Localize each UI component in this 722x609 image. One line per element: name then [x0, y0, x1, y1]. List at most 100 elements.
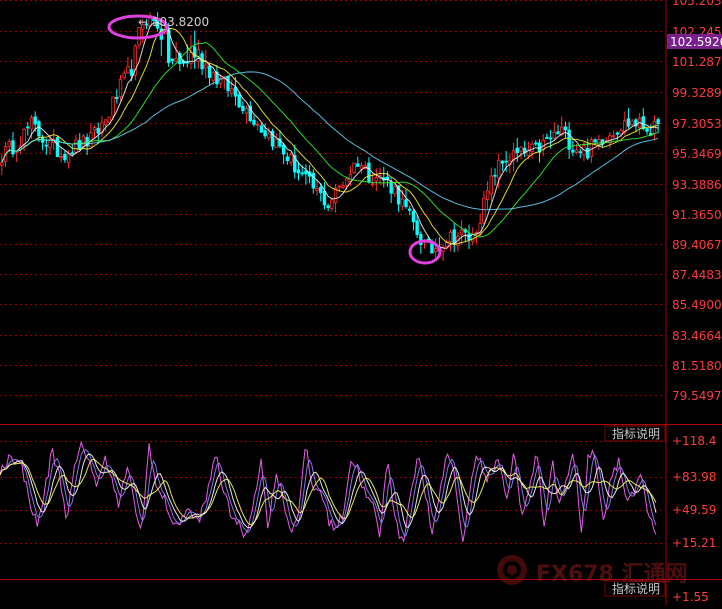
- candle-body: [211, 72, 215, 81]
- candle-body: [281, 144, 286, 155]
- price-y-tick-label: 85.4900: [672, 298, 722, 312]
- candle-body: [78, 140, 82, 150]
- candle-body: [593, 139, 597, 143]
- candle-body: [255, 123, 260, 126]
- candle-body: [304, 170, 308, 175]
- candle-body: [233, 86, 238, 97]
- watermark-text: FX678 汇通网: [536, 562, 688, 587]
- candle-body: [274, 138, 278, 148]
- chart-root: 105.2030102.2456101.287299.328997.305395…: [0, 0, 722, 605]
- candle-body: [356, 163, 360, 167]
- candle-body: [241, 105, 245, 112]
- candle-body: [482, 197, 486, 224]
- candle-body: [11, 140, 15, 155]
- candle-body: [0, 161, 4, 166]
- candle-body: [374, 177, 379, 182]
- price-grid: [0, 0, 666, 396]
- candle-body: [111, 96, 115, 117]
- candle-body: [174, 58, 178, 62]
- candle-body: [571, 149, 575, 153]
- candle-body: [645, 128, 649, 132]
- candle-body: [370, 183, 375, 186]
- candle-body: [548, 137, 553, 140]
- candle-body: [497, 159, 501, 179]
- candle-body: [641, 116, 646, 130]
- candle-body: [352, 162, 356, 174]
- candle-body: [326, 205, 330, 209]
- candle-body: [26, 126, 30, 129]
- current-price-label: 102.5926: [670, 35, 722, 49]
- candle-body: [170, 58, 175, 61]
- candle-body: [207, 65, 212, 78]
- candle-body: [330, 199, 334, 210]
- candle-body: [311, 172, 316, 189]
- candle-body: [574, 149, 579, 153]
- candle-body: [619, 129, 623, 135]
- candle-body: [597, 139, 601, 146]
- candle-body: [400, 198, 405, 207]
- candle-body: [404, 199, 408, 208]
- candle-body: [615, 132, 620, 135]
- price-y-tick-label: 95.3469: [672, 147, 722, 161]
- candle-body: [285, 156, 290, 162]
- candle-body: [289, 154, 293, 163]
- price-y-tick-label: 105.2030: [672, 0, 722, 8]
- candle-body: [263, 130, 267, 137]
- candle-body: [319, 186, 323, 193]
- candle-body: [630, 120, 634, 126]
- candle-body: [296, 169, 301, 174]
- candle-body: [129, 69, 134, 76]
- indicator-y-tick-label: +49.59: [672, 503, 716, 517]
- indicator-lines: [0, 440, 657, 543]
- peak-value-label: ← 103.8200: [138, 15, 209, 29]
- price-y-tick-label: 101.2872: [672, 55, 722, 69]
- candle-body: [626, 118, 631, 127]
- price-y-tick-label: 97.3053: [672, 117, 722, 131]
- candle-body: [552, 131, 557, 139]
- candle-body: [22, 128, 26, 146]
- candle-body: [118, 78, 123, 98]
- fx678-logo: FX678 汇通网: [497, 555, 688, 587]
- candle-body: [545, 136, 549, 139]
- moving-average-line: [1, 27, 659, 245]
- moving-average-line: [1, 41, 659, 238]
- candle-body: [244, 107, 249, 114]
- candle-body: [367, 162, 371, 183]
- candle-body: [578, 151, 582, 154]
- candle-body: [300, 172, 304, 175]
- candle-body: [33, 116, 37, 125]
- candle-body: [63, 153, 67, 161]
- candle-body: [493, 174, 497, 177]
- indicator-help-button-top[interactable]: 指标说明: [612, 426, 660, 441]
- candle-body: [433, 248, 438, 253]
- candle-body: [393, 186, 397, 195]
- candle-body: [519, 146, 523, 152]
- indicator-y-tick-label: +83.98: [672, 470, 716, 484]
- candle-body: [500, 160, 505, 164]
- candle-body: [96, 127, 100, 134]
- price-y-tick-label: 91.3650: [672, 208, 722, 222]
- indicator-y-tick-label: +118.4: [672, 434, 716, 448]
- candle-body: [44, 144, 49, 147]
- candle-body: [267, 133, 271, 139]
- candle-body: [122, 72, 126, 78]
- candle-body: [137, 27, 141, 46]
- candle-body: [448, 231, 453, 243]
- candle-body: [322, 190, 327, 206]
- candle-body: [611, 135, 616, 138]
- price-y-tick-labels: 105.2030102.2456101.287299.328997.305395…: [672, 0, 722, 403]
- candle-body: [103, 119, 108, 126]
- candle-body: [459, 229, 464, 236]
- candle-body: [504, 160, 508, 163]
- price-candles: [0, 12, 660, 262]
- candle-body: [563, 126, 568, 131]
- candle-body: [29, 117, 34, 130]
- price-y-tick-label: 99.3289: [672, 86, 722, 100]
- candle-body: [259, 125, 264, 133]
- price-y-tick-label: 89.4067: [672, 238, 722, 252]
- candle-body: [341, 184, 345, 189]
- candle-body: [485, 190, 490, 200]
- price-y-tick-label: 81.5180: [672, 359, 722, 373]
- candle-body: [196, 49, 201, 62]
- candle-body: [489, 175, 493, 195]
